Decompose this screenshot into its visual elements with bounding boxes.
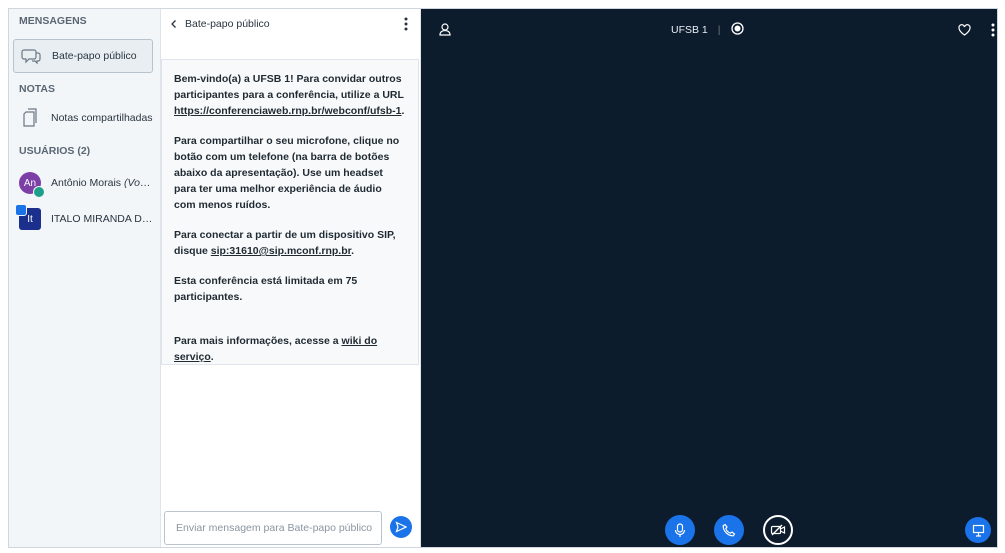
shared-notes-label: Notas compartilhadas xyxy=(51,112,153,124)
conference-name-text: UFSB 1 xyxy=(252,73,291,85)
chat-title: Bate-papo público xyxy=(185,18,270,30)
microphone-icon xyxy=(674,522,686,537)
conference-title-bar: UFSB 1 | xyxy=(671,22,744,38)
conference-name: UFSB 1 xyxy=(671,24,708,36)
user-list-panel: MENSAGENS Bate-papo público NOTAS Notas … xyxy=(9,9,161,547)
shared-notes-item[interactable]: Notas compartilhadas xyxy=(13,101,153,135)
avatar: An xyxy=(19,172,45,198)
chat-options-button[interactable] xyxy=(404,17,408,36)
users-section-title: USUÁRIOS (2) xyxy=(19,145,91,157)
presentation-area: UFSB 1 | xyxy=(421,9,997,547)
send-message-button[interactable] xyxy=(390,516,412,538)
chat-panel: Bate-papo público Bem-vindo(a) a UFSB 1!… xyxy=(161,9,421,547)
notes-file-icon xyxy=(19,107,41,129)
more-info-text: . xyxy=(210,351,214,363)
phone-icon xyxy=(722,523,736,537)
presentation-icon xyxy=(972,524,984,537)
avatar-initials: It xyxy=(27,213,33,225)
hide-chat-button[interactable]: Bate-papo público xyxy=(169,18,270,30)
heart-icon xyxy=(958,24,971,36)
notes-section-title: NOTAS xyxy=(19,83,55,95)
user-item-italo[interactable]: It ITALO MIRANDA DE ... xyxy=(13,202,153,236)
chevron-left-icon xyxy=(171,20,176,28)
send-arrow-icon xyxy=(395,521,407,533)
chat-message-input[interactable] xyxy=(174,521,381,535)
stage-top-bar: UFSB 1 | xyxy=(421,9,997,45)
sip-address-link[interactable]: sip:31610@sip.mconf.rnp.br xyxy=(211,245,351,257)
kebab-menu-icon xyxy=(991,23,995,37)
app-window: MENSAGENS Bate-papo público NOTAS Notas … xyxy=(8,8,998,548)
toggle-userlist-button[interactable] xyxy=(439,23,451,41)
user-name: Antônio Morais (Você) xyxy=(51,177,153,189)
kebab-menu-icon xyxy=(404,17,408,31)
welcome-text: . xyxy=(401,105,405,117)
options-menu-button[interactable] xyxy=(991,23,995,42)
conference-url-link[interactable]: https://conferenciaweb.rnp.br/webconf/uf… xyxy=(174,105,402,117)
microphone-instructions: Para compartilhar o seu microfone, cliqu… xyxy=(174,135,400,211)
microphone-status-icon xyxy=(33,186,45,198)
more-info-paragraph: Para mais informações, acesse a wiki do … xyxy=(174,333,406,365)
recording-indicator-button[interactable] xyxy=(730,22,744,38)
camera-off-icon xyxy=(770,524,786,536)
camera-button[interactable] xyxy=(763,515,793,545)
record-icon xyxy=(730,22,744,35)
action-bar xyxy=(421,515,997,545)
welcome-message: Bem-vindo(a) a UFSB 1! Para convidar out… xyxy=(161,59,419,365)
participant-limit-text: Esta conferência está limitada em 75 par… xyxy=(174,275,358,303)
user-name: ITALO MIRANDA DE ... xyxy=(51,213,153,225)
microphone-button[interactable] xyxy=(665,515,695,545)
chat-message-input-wrapper xyxy=(164,511,382,545)
user-name-text: Antônio Morais xyxy=(51,177,122,189)
sip-text: . xyxy=(351,245,355,257)
presenter-status-icon xyxy=(15,204,27,216)
title-separator: | xyxy=(717,24,721,36)
public-chat-label: Bate-papo público xyxy=(52,50,137,62)
sip-instructions: Para conectar a partir de um dispositivo… xyxy=(174,227,406,259)
restore-presentation-button[interactable] xyxy=(965,517,991,543)
chat-header: Bate-papo público xyxy=(161,9,420,39)
user-item-antonio[interactable]: An Antônio Morais (Você) xyxy=(13,166,153,200)
you-marker: (Você) xyxy=(123,177,153,189)
welcome-paragraph: Bem-vindo(a) a UFSB 1! Para convidar out… xyxy=(174,71,406,119)
chat-bubbles-icon xyxy=(20,45,42,67)
audio-phone-button[interactable] xyxy=(714,515,744,545)
user-icon xyxy=(439,23,451,36)
more-info-text: Para mais informações, acesse a xyxy=(174,335,342,347)
public-chat-item[interactable]: Bate-papo público xyxy=(13,39,153,73)
welcome-text: Bem-vindo(a) a xyxy=(174,73,253,85)
reactions-button[interactable] xyxy=(958,23,971,41)
avatar: It xyxy=(15,204,41,230)
messages-section-title: MENSAGENS xyxy=(19,15,87,27)
